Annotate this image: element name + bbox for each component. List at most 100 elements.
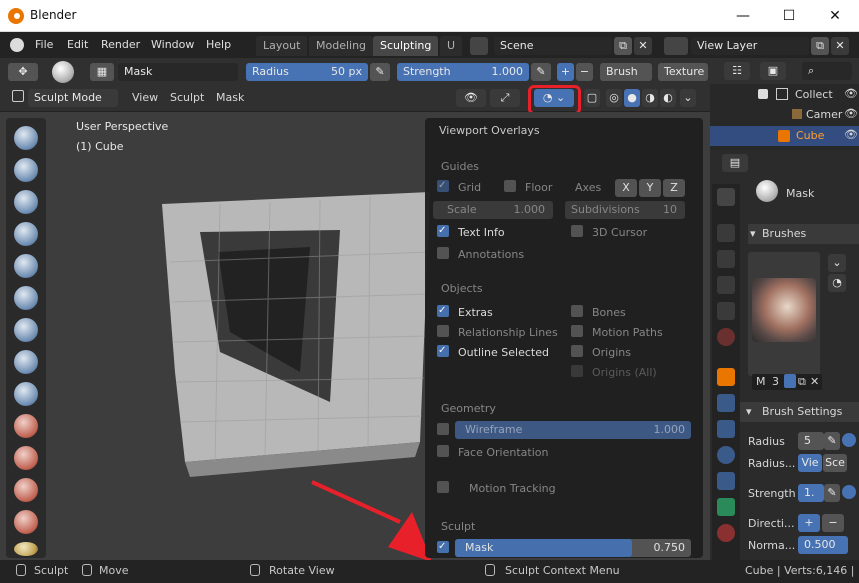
tab-sculpting[interactable]: Sculpting <box>373 36 439 56</box>
mask-checkbox[interactable] <box>437 541 449 554</box>
outliner-item-cube[interactable]: Cube <box>796 129 824 142</box>
solid-shading-icon[interactable]: ● <box>624 89 640 107</box>
axis-x-toggle[interactable]: X <box>615 179 637 197</box>
strength-pressure-prop-icon[interactable]: ✎ <box>824 484 840 502</box>
gizmo-icon[interactable]: ⤢ <box>490 89 520 107</box>
radius-unified-globe-icon[interactable] <box>842 433 856 447</box>
view-layer-field[interactable]: View Layer <box>691 37 809 55</box>
modifiers-tab-icon[interactable] <box>717 394 735 412</box>
face-orientation-checkbox[interactable] <box>437 445 449 460</box>
display-mode-icon[interactable]: ▣ <box>760 62 786 80</box>
brush-browse-dropdown-icon[interactable]: ⌄ <box>828 254 846 272</box>
shading-dropdown-icon[interactable]: ⌄ <box>680 89 696 107</box>
delete-scene-icon[interactable]: ✕ <box>634 37 652 55</box>
tab-more[interactable]: U <box>440 36 463 56</box>
brush-thumbnail[interactable] <box>752 278 816 342</box>
radius-pressure-icon[interactable]: ✎ <box>370 63 390 81</box>
texture-menu[interactable]: Texture <box>658 63 708 81</box>
scene-field[interactable]: Scene <box>494 37 612 55</box>
radius-unit-scene-toggle[interactable]: Sce <box>823 454 847 472</box>
close-button[interactable]: ✕ <box>812 0 858 32</box>
menu-help[interactable]: Help <box>206 38 231 51</box>
blob-brush-icon[interactable] <box>14 318 38 342</box>
wireframe-slider[interactable]: Wireframe 1.000 <box>455 421 691 439</box>
maximize-button[interactable]: ☐ <box>766 0 812 32</box>
visibility-eye-icon[interactable]: 👁 <box>456 89 486 107</box>
bones-checkbox[interactable] <box>571 305 583 320</box>
tab-modeling[interactable]: Modeling <box>309 36 374 56</box>
draw-sharp-brush-icon[interactable] <box>14 158 38 182</box>
new-scene-icon[interactable]: ⧉ <box>614 37 632 55</box>
brushes-panel-header[interactable]: ▾ Brushes <box>748 224 859 244</box>
extras-checkbox[interactable] <box>437 305 449 318</box>
brush-menu[interactable]: Brush <box>600 63 652 81</box>
subdivisions-field[interactable]: Subdivisions 10 <box>565 201 685 219</box>
tool-tab-icon[interactable] <box>717 188 735 206</box>
menu-mask[interactable]: Mask <box>216 91 244 104</box>
collection-visibility-eye-icon[interactable]: 👁 <box>844 87 858 100</box>
mask-opacity-slider[interactable]: Mask 0.750 <box>455 539 691 557</box>
scale-field[interactable]: Scale 1.000 <box>433 201 553 219</box>
menu-render[interactable]: Render <box>101 38 140 51</box>
normal-prop-field[interactable]: 0.500 <box>798 536 848 554</box>
outliner-editor-icon[interactable]: ☷ <box>724 62 750 80</box>
camera-visibility-eye-icon[interactable]: 👁 <box>844 107 858 120</box>
menu-edit[interactable]: Edit <box>67 38 88 51</box>
outline-selected-checkbox[interactable] <box>437 345 449 358</box>
crease-brush-icon[interactable] <box>14 350 38 374</box>
menu-window[interactable]: Window <box>151 38 194 51</box>
properties-editor-icon[interactable]: ▤ <box>722 154 748 172</box>
scene-tab-icon[interactable] <box>717 302 735 320</box>
flatten-brush-icon[interactable] <box>14 414 38 438</box>
menu-file[interactable]: File <box>35 38 53 51</box>
rendered-shading-icon[interactable]: ◐ <box>660 89 676 107</box>
axis-z-toggle[interactable]: Z <box>663 179 685 197</box>
delete-view-layer-icon[interactable]: ✕ <box>831 37 849 55</box>
radius-prop-field[interactable]: 5 <box>798 432 824 450</box>
view-layer-tab-icon[interactable] <box>717 276 735 294</box>
world-tab-icon[interactable] <box>717 328 735 346</box>
xray-icon[interactable]: ▢ <box>584 89 600 107</box>
material-shading-icon[interactable]: ◑ <box>642 89 658 107</box>
brush-name-field[interactable]: Mask <box>118 63 238 81</box>
collection-checkbox[interactable] <box>758 89 768 99</box>
render-tab-icon[interactable] <box>717 224 735 242</box>
brush-browse-icon[interactable]: ▦ <box>90 63 114 81</box>
brush-settings-panel-header[interactable]: ▾ Brush Settings <box>740 402 859 422</box>
relationship-lines-checkbox[interactable] <box>437 325 449 340</box>
cube-visibility-eye-icon[interactable]: 👁 <box>844 128 858 141</box>
data-tab-icon[interactable] <box>717 498 735 516</box>
pinch-brush-icon[interactable] <box>14 510 38 534</box>
outliner-item-collection[interactable]: Collect <box>795 88 833 101</box>
strength-unified-globe-icon[interactable] <box>842 485 856 499</box>
fill-brush-icon[interactable] <box>14 446 38 470</box>
object-tab-icon[interactable] <box>717 368 735 386</box>
unlink-brush-icon[interactable]: ✕ <box>810 375 819 388</box>
material-tab-icon[interactable] <box>717 524 735 542</box>
direction-add-prop-button[interactable]: + <box>798 514 820 532</box>
scrape-brush-icon[interactable] <box>14 478 38 502</box>
motion-paths-checkbox[interactable] <box>571 325 583 340</box>
radius-slider[interactable]: Radius 50 px <box>246 63 368 81</box>
direction-add-button[interactable]: + <box>557 63 574 81</box>
inflate-brush-icon[interactable] <box>14 286 38 310</box>
origins-all-checkbox[interactable] <box>571 365 583 380</box>
grid-checkbox[interactable] <box>437 180 449 193</box>
grab-brush-icon[interactable] <box>14 542 38 556</box>
outliner-item-camera[interactable]: Camer <box>806 108 842 121</box>
axis-y-toggle[interactable]: Y <box>639 179 661 197</box>
smooth-brush-icon[interactable] <box>14 382 38 406</box>
direction-subtract-button[interactable]: − <box>576 63 593 81</box>
layer-brush-icon[interactable] <box>14 254 38 278</box>
wireframe-shading-icon[interactable]: ◎ <box>606 89 622 107</box>
radius-unit-view-toggle[interactable]: Vie <box>798 454 822 472</box>
physics-tab-icon[interactable] <box>717 446 735 464</box>
menu-view[interactable]: View <box>132 91 158 104</box>
brush-preview-icon[interactable] <box>52 61 74 83</box>
3d-cursor-checkbox[interactable] <box>571 225 583 240</box>
output-tab-icon[interactable] <box>717 250 735 268</box>
scene-selector-icon[interactable] <box>470 37 488 55</box>
radius-pressure-prop-icon[interactable]: ✎ <box>824 432 840 450</box>
text-info-checkbox[interactable] <box>437 225 449 238</box>
menu-sculpt[interactable]: Sculpt <box>170 91 204 104</box>
